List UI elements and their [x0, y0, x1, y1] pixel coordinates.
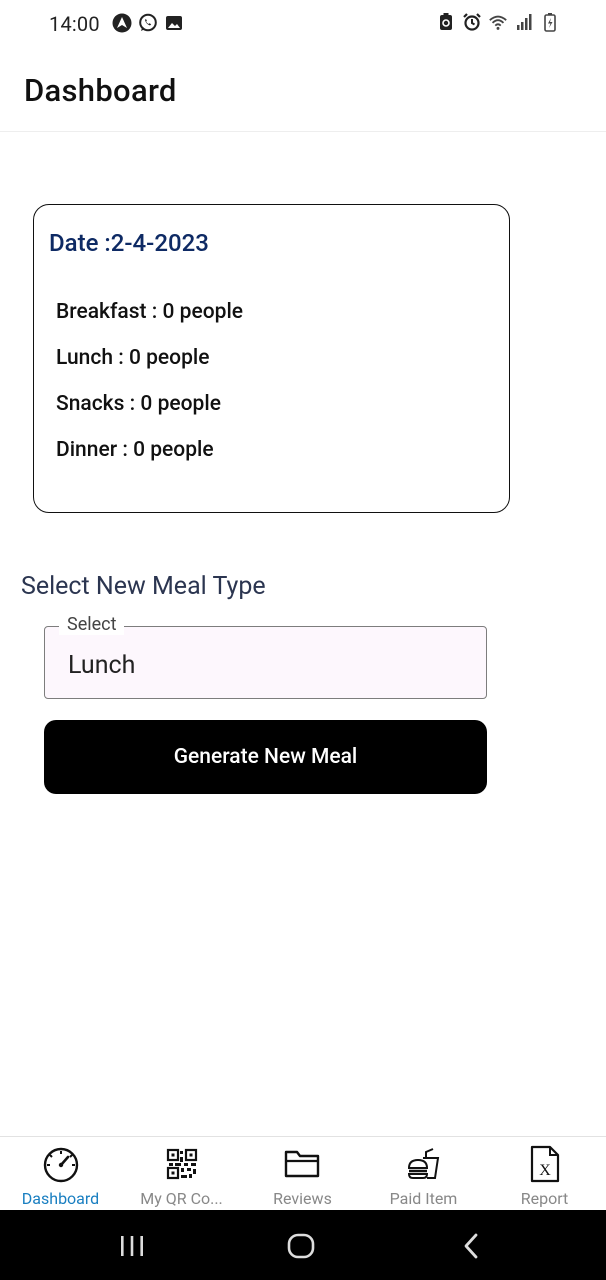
status-bar: 14:00 — [0, 0, 606, 48]
speedometer-icon — [41, 1144, 81, 1184]
select-meal-type-heading: Select New Meal Type — [21, 572, 266, 601]
fast-food-icon — [404, 1144, 444, 1184]
nav-label-paid-item: Paid Item — [389, 1189, 458, 1208]
nav-app-icon — [112, 13, 132, 33]
recent-apps-icon[interactable] — [112, 1228, 152, 1264]
folder-icon — [283, 1144, 323, 1184]
app-header: Dashboard — [0, 48, 606, 132]
nav-item-dashboard[interactable]: Dashboard — [0, 1137, 121, 1211]
battery-charging-icon — [540, 12, 560, 32]
signal-icon — [514, 12, 534, 32]
page-title: Dashboard — [24, 72, 177, 109]
select-field-label: Select — [59, 614, 125, 635]
meal-summary-card: Date :2-4-2023 Breakfast : 0 people Lunc… — [33, 204, 510, 513]
image-icon — [164, 13, 184, 33]
alarm-icon — [462, 12, 482, 32]
meal-count-breakfast: Breakfast : 0 people — [56, 300, 244, 324]
bottom-navigation: Dashboard My QR Co... Reviews Paid Item … — [0, 1136, 606, 1210]
nav-label-dashboard: Dashboard — [21, 1189, 100, 1208]
qr-code-icon — [162, 1144, 202, 1184]
select-field-value: Lunch — [68, 651, 136, 680]
nav-item-paid-item[interactable]: Paid Item — [363, 1137, 484, 1211]
generate-new-meal-button[interactable]: Generate New Meal — [44, 720, 487, 794]
meal-type-select[interactable]: Select Lunch — [44, 614, 487, 699]
nav-item-my-qr-code[interactable]: My QR Co... — [121, 1137, 242, 1211]
status-left-icons — [112, 13, 184, 33]
system-navigation-bar — [0, 1210, 606, 1280]
meal-count-dinner: Dinner : 0 people — [56, 438, 214, 462]
nav-label-reviews: Reviews — [273, 1189, 332, 1208]
whatsapp-icon — [138, 13, 158, 33]
status-right-icons — [436, 12, 560, 32]
nav-label-report: Report — [520, 1189, 569, 1208]
meal-count-snacks: Snacks : 0 people — [56, 392, 221, 416]
status-time: 14:00 — [49, 12, 100, 36]
wifi-icon — [488, 12, 508, 32]
back-icon[interactable] — [451, 1228, 491, 1264]
battery-saver-icon — [436, 12, 456, 32]
nav-item-report[interactable]: X Report — [484, 1137, 605, 1211]
summary-date: Date :2-4-2023 — [49, 229, 209, 257]
home-icon[interactable] — [281, 1228, 321, 1264]
nav-item-reviews[interactable]: Reviews — [242, 1137, 363, 1211]
svg-text:X: X — [539, 1162, 551, 1179]
excel-file-icon: X — [525, 1144, 565, 1184]
nav-label-my-qr-code: My QR Co... — [140, 1189, 223, 1208]
meal-count-lunch: Lunch : 0 people — [56, 346, 210, 370]
